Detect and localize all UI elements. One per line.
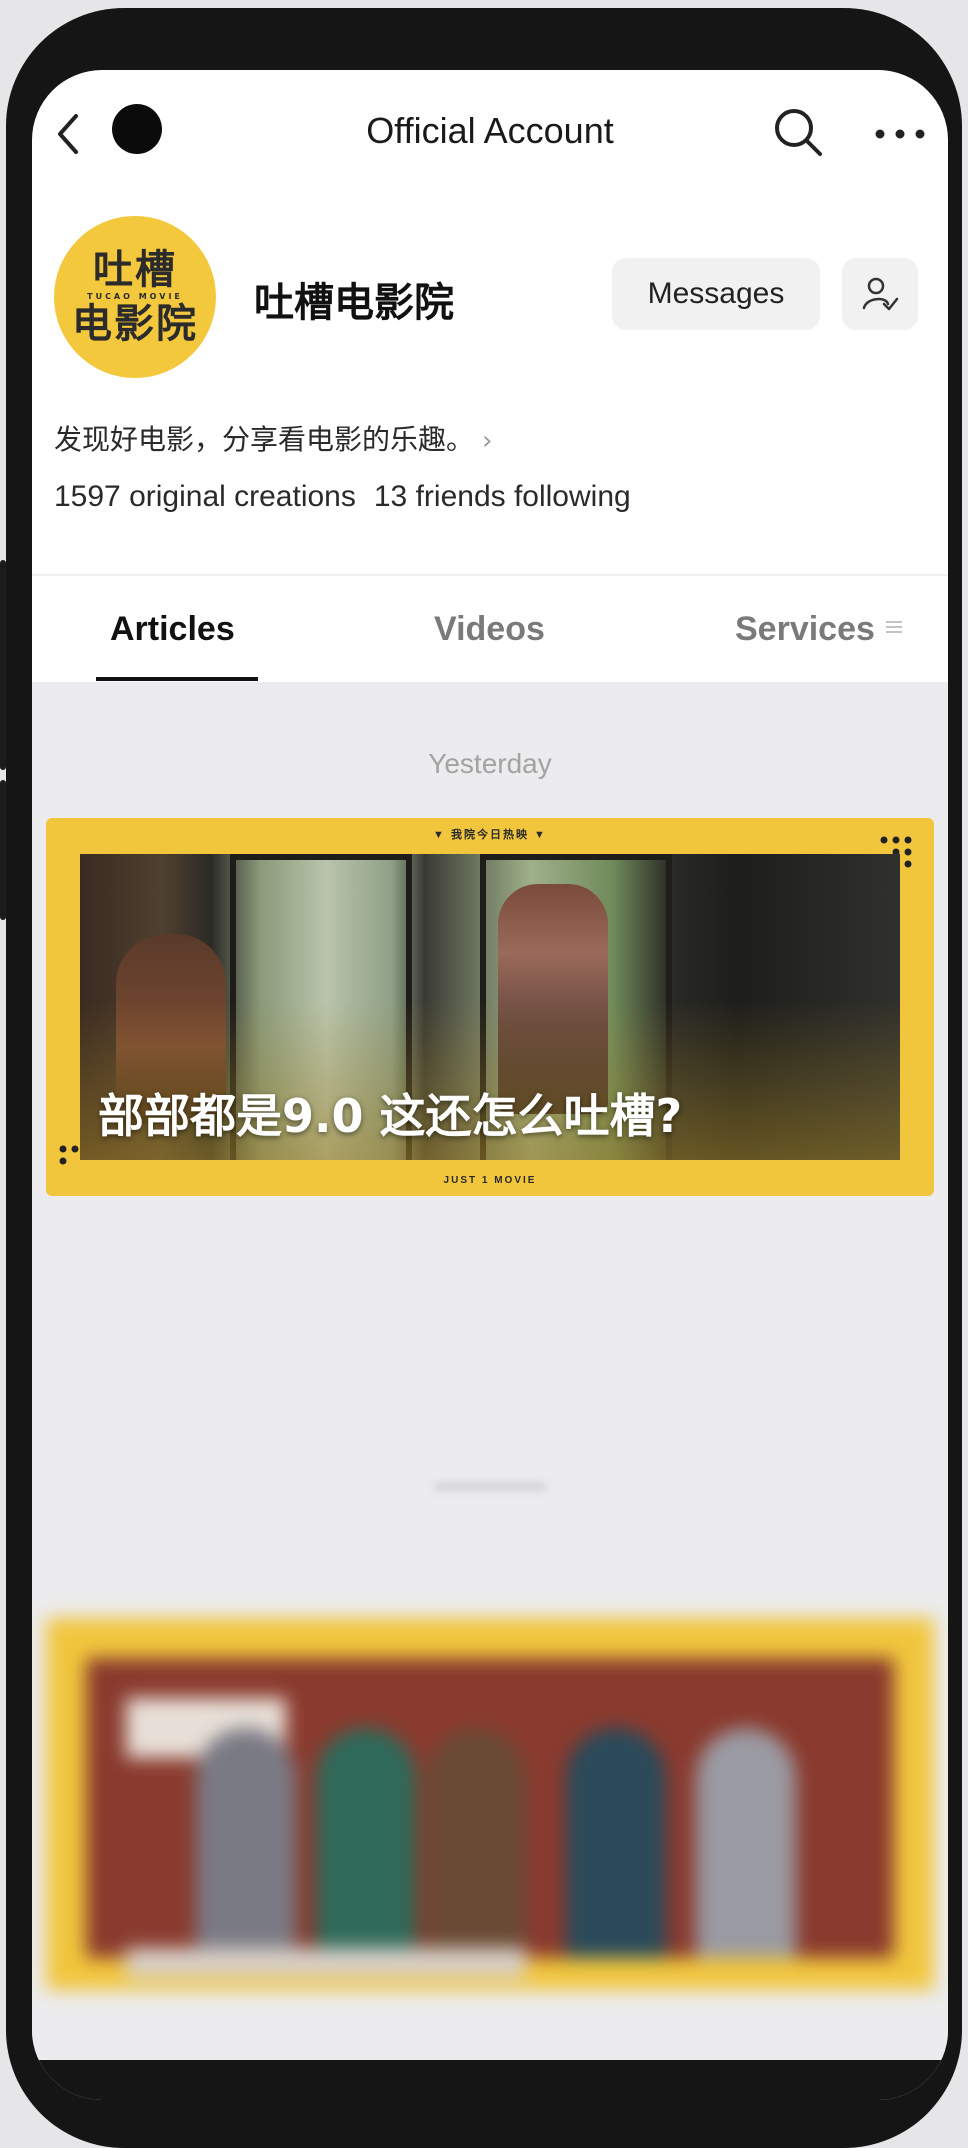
more-icon[interactable]	[874, 128, 926, 140]
tab-articles[interactable]: Articles	[110, 610, 235, 649]
article-title: 部部都是9.0 这还怎么吐槽?	[98, 1089, 683, 1143]
avatar-logo-text: 吐槽	[93, 247, 177, 293]
divider	[32, 574, 948, 576]
follow-button[interactable]	[842, 258, 918, 330]
avatar-logo-text: 电影院	[72, 301, 198, 347]
follow-icon	[862, 277, 899, 311]
search-icon[interactable]	[772, 106, 824, 158]
original-creations-count: 1597 original creations	[54, 480, 356, 513]
blurred-detail	[426, 1728, 526, 1958]
article-feed[interactable]: Yesterday ▼ 我院今日热映 ▼ 部部都是9.0 这还怎么吐槽? JUS…	[32, 682, 948, 2062]
blurred-detail	[316, 1728, 416, 1958]
article-card-blurred[interactable]	[46, 1618, 934, 1990]
menu-icon[interactable]	[886, 620, 902, 634]
card-top-label: ▼ 我院今日热映 ▼	[433, 829, 547, 841]
phone-side-button	[0, 560, 6, 770]
blurred-detail	[566, 1728, 666, 1958]
blurred-detail	[196, 1728, 296, 1958]
phone-bottom-bezel	[32, 2060, 948, 2100]
top-bar: Official Account	[32, 70, 948, 190]
phone-side-button	[0, 780, 6, 920]
friends-following-count[interactable]: 13 friends following	[374, 480, 631, 513]
blurred-cover-image	[86, 1658, 894, 1978]
account-stats: 1597 original creations 13 friends follow…	[54, 480, 631, 514]
screen: Official Account 吐槽 TUCAO MOVIE 电影院 吐槽电影…	[32, 70, 948, 2100]
tab-active-indicator	[96, 677, 258, 681]
date-separator: Yesterday	[428, 748, 552, 779]
tab-videos[interactable]: Videos	[434, 610, 545, 649]
decoration-dots	[59, 1145, 79, 1165]
account-name: 吐槽电影院	[254, 280, 454, 326]
avatar[interactable]: 吐槽 TUCAO MOVIE 电影院	[54, 216, 216, 378]
account-bio[interactable]: 发现好电影，分享看电影的乐趣。 ›	[54, 418, 492, 458]
blurred-detail	[126, 1948, 526, 1978]
blurred-detail	[696, 1728, 796, 1958]
article-card[interactable]: ▼ 我院今日热映 ▼ 部部都是9.0 这还怎么吐槽? JUST 1 MOVIE	[46, 818, 934, 1196]
messages-button[interactable]: Messages	[612, 258, 820, 330]
chevron-right-icon: ›	[482, 426, 493, 456]
date-separator-blurred: ▬▬▬▬	[434, 1466, 546, 1497]
card-bottom-label: JUST 1 MOVIE	[443, 1175, 537, 1186]
bio-text: 发现好电影，分享看电影的乐趣。	[54, 423, 475, 456]
tab-services[interactable]: Services	[735, 610, 875, 649]
